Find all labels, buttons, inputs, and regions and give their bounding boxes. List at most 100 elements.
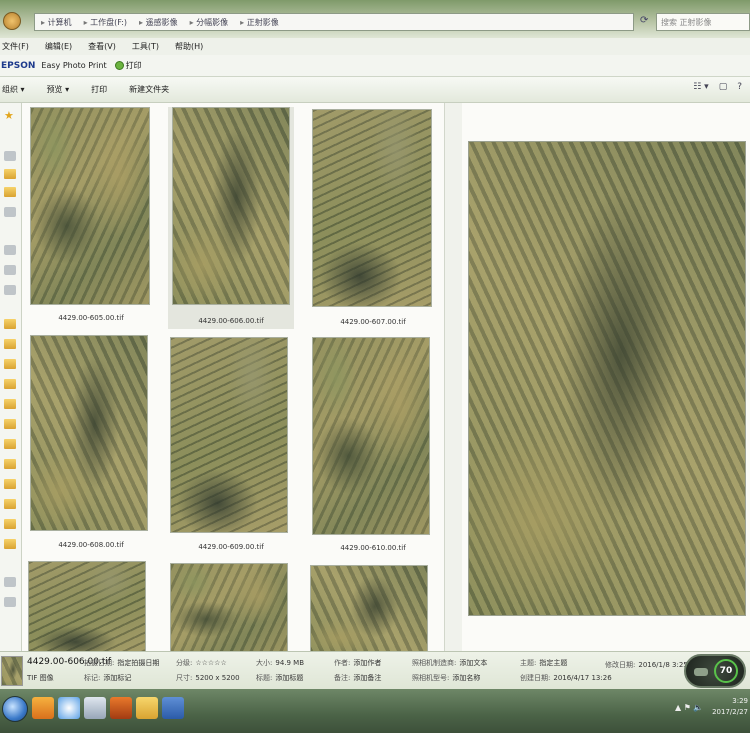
print-button[interactable]: 打印 (91, 84, 107, 95)
folder-icon[interactable] (4, 399, 16, 409)
gauge-mini-dial (694, 668, 708, 676)
drive-icon[interactable] (4, 245, 16, 255)
folder-icon[interactable] (4, 339, 16, 349)
detail-rating[interactable]: 分级: ☆☆☆☆☆ (176, 658, 227, 668)
back-icon[interactable] (3, 12, 21, 30)
drive-icon[interactable] (4, 285, 16, 295)
preview-pane (462, 103, 750, 651)
detail-title[interactable]: 标题: 添加标题 (256, 673, 303, 683)
system-monitor-gadget[interactable]: 70 (684, 654, 746, 688)
easy-photo-print-button[interactable]: Easy Photo Print (41, 61, 106, 70)
folder-icon[interactable] (4, 187, 16, 197)
thumbnail-image (312, 337, 430, 535)
folder-icon[interactable] (4, 539, 16, 549)
folder-icon[interactable] (4, 459, 16, 469)
thumbnail-image (28, 561, 146, 651)
file-name: 4429.00-610.00.tif (340, 544, 406, 552)
refresh-icon[interactable]: ⟳ (640, 15, 652, 27)
thumbnail-image (170, 563, 288, 651)
window-icon[interactable] (84, 697, 106, 719)
clock-date: 2017/2/27 (712, 708, 748, 716)
gauge-dial: 70 (714, 659, 738, 683)
detail-author[interactable]: 作者: 添加作者 (334, 658, 381, 668)
view-mode-button[interactable]: ☷ ▾ (693, 82, 708, 92)
epson-logo: EPSON (1, 60, 36, 71)
breadcrumb-item[interactable]: 分幅影像 (184, 17, 235, 28)
detail-subject[interactable]: 主题: 指定主题 (520, 658, 567, 668)
menu-view[interactable]: 查看(V) (88, 41, 116, 52)
preview-pane-button[interactable]: ▢ (719, 82, 728, 92)
breadcrumb[interactable]: 计算机 工作盘(F:) 遥感影像 分幅影像 正射影像 (34, 13, 634, 31)
app-icon[interactable] (110, 697, 132, 719)
computer-icon[interactable] (4, 207, 16, 217)
breadcrumb-item[interactable]: 计算机 (35, 17, 78, 28)
detail-camera-model[interactable]: 照相机型号: 添加名称 (412, 673, 480, 683)
menu-tools[interactable]: 工具(T) (132, 41, 159, 52)
breadcrumb-item[interactable]: 遥感影像 (133, 17, 184, 28)
file-thumbnail[interactable] (28, 561, 150, 651)
network-icon[interactable] (4, 577, 16, 587)
details-thumbnail (1, 656, 23, 686)
epson-print-button[interactable]: 打印 (114, 60, 142, 71)
organize-button[interactable]: 组织 ▾ (2, 84, 25, 95)
file-thumbnail[interactable]: 4429.00-609.00.tif (170, 337, 292, 559)
file-thumbnail[interactable] (170, 563, 292, 651)
details-pane: 4429.00-606.00.tif TIF 图像 拍摄日期: 指定拍摄日期 标记… (0, 651, 750, 689)
address-bar-area: 计算机 工作盘(F:) 遥感影像 分幅影像 正射影像 ⟳ 搜索 正射影像 (0, 0, 750, 38)
help-button[interactable]: ? (737, 82, 742, 92)
internet-explorer-icon[interactable] (58, 697, 80, 719)
preview-button[interactable]: 预览 ▾ (47, 84, 70, 95)
file-name: 4429.00-606.00.tif (198, 317, 264, 325)
epson-print-label: 打印 (125, 61, 142, 70)
breadcrumb-item[interactable]: 工作盘(F:) (78, 17, 133, 28)
detail-tags[interactable]: 标记: 添加标记 (84, 673, 131, 683)
word-icon[interactable] (162, 697, 184, 719)
detail-size: 大小: 94.9 MB (256, 659, 305, 667)
folder-icon[interactable] (4, 519, 16, 529)
breadcrumb-item[interactable]: 正射影像 (234, 17, 285, 28)
file-thumbnail[interactable] (310, 565, 432, 651)
detail-date-taken[interactable]: 拍摄日期: 指定拍摄日期 (84, 658, 159, 668)
menu-file[interactable]: 文件(F) (2, 41, 29, 52)
file-thumbnail-selected[interactable]: 4429.00-606.00.tif (168, 107, 294, 329)
clock-time: 3:29 (732, 697, 748, 705)
folder-icon[interactable] (4, 169, 16, 179)
menu-help[interactable]: 帮助(H) (175, 41, 203, 52)
drive-icon[interactable] (4, 265, 16, 275)
thumbnail-image (310, 565, 428, 651)
browser-icon[interactable] (32, 697, 54, 719)
menu-edit[interactable]: 编辑(E) (45, 41, 72, 52)
file-thumbnail[interactable]: 4429.00-607.00.tif (312, 109, 434, 331)
detail-comments[interactable]: 备注: 添加备注 (334, 673, 381, 683)
pane-splitter[interactable] (444, 103, 462, 651)
folder-icon[interactable] (4, 479, 16, 489)
folder-icon[interactable] (4, 499, 16, 509)
new-folder-button[interactable]: 新建文件夹 (129, 84, 169, 95)
taskbar-clock[interactable]: 3:29 2017/2/27 (700, 696, 748, 718)
command-bar: 组织 ▾ 预览 ▾ 打印 新建文件夹 (0, 77, 750, 103)
detail-dimensions: 尺寸: 5200 x 5200 (176, 674, 240, 682)
epson-toolbar: EPSON Easy Photo Print 打印 (0, 55, 750, 77)
file-name: 4429.00-605.00.tif (58, 314, 124, 322)
folder-icon[interactable] (4, 319, 16, 329)
search-input[interactable]: 搜索 正射影像 (656, 13, 750, 31)
folder-icon[interactable] (4, 419, 16, 429)
network-icon[interactable] (4, 597, 16, 607)
file-name: 4429.00-608.00.tif (58, 541, 124, 549)
file-thumbnail[interactable]: 4429.00-605.00.tif (30, 107, 152, 329)
start-button-icon[interactable] (2, 696, 28, 722)
file-thumbnail[interactable]: 4429.00-608.00.tif (30, 335, 152, 557)
folder-icon[interactable] (4, 379, 16, 389)
file-thumbnail[interactable]: 4429.00-610.00.tif (312, 337, 434, 559)
thumbnail-image (30, 107, 150, 305)
print-icon (114, 61, 124, 70)
file-name: 4429.00-609.00.tif (198, 543, 264, 551)
explorer-folder-icon[interactable] (136, 697, 158, 719)
favorites-star-icon[interactable]: ★ (4, 110, 16, 121)
library-icon[interactable] (4, 151, 16, 161)
folder-icon[interactable] (4, 439, 16, 449)
folder-icon[interactable] (4, 359, 16, 369)
details-file-type: TIF 图像 (27, 674, 54, 682)
detail-camera-maker[interactable]: 照相机制造商: 添加文本 (412, 658, 487, 668)
navigation-pane: ★ (0, 103, 22, 651)
